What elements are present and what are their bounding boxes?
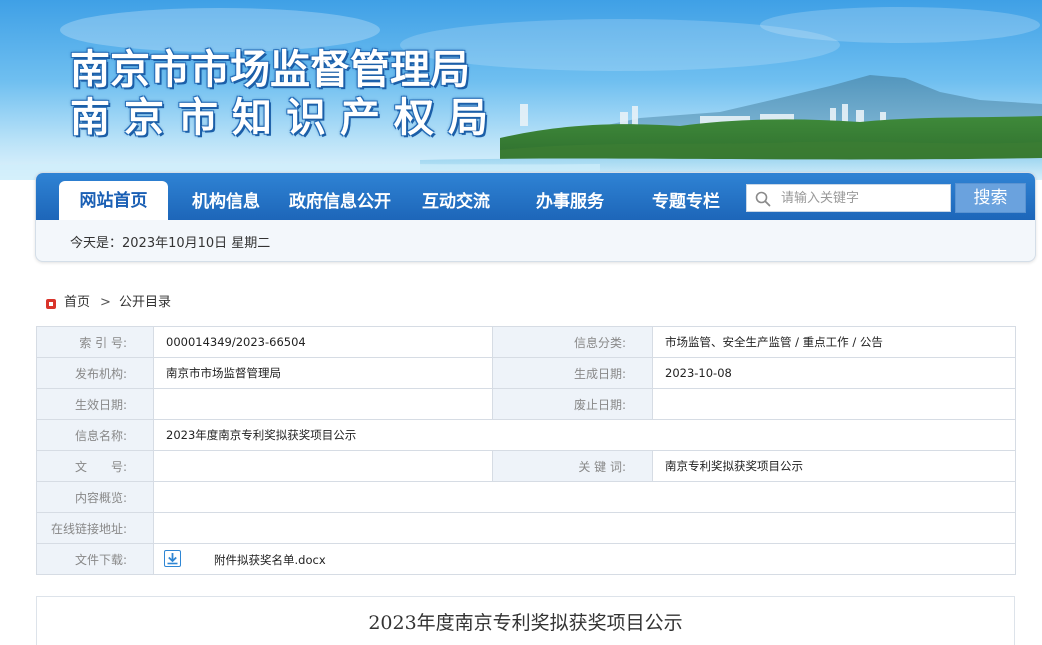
- breadcrumb-current[interactable]: 公开目录: [119, 295, 171, 311]
- breadcrumb-separator: >: [100, 295, 111, 310]
- search-button[interactable]: 搜索: [955, 183, 1026, 213]
- nav-item-services[interactable]: 办事服务: [536, 190, 604, 220]
- summary-label: 内容概览:: [36, 481, 154, 513]
- home-icon: [46, 299, 56, 309]
- effective-date-label: 生效日期:: [36, 388, 154, 420]
- nav-item-interaction[interactable]: 互动交流: [422, 190, 490, 220]
- abolished-date-label: 废止日期:: [492, 388, 653, 420]
- article-title: 2023年度南京专利奖拟获奖项目公示: [368, 612, 683, 634]
- navigation-panel: 网站首页 机构信息 政府信息公开 互动交流 办事服务 专题专栏 搜索 今天是：2…: [35, 172, 1036, 262]
- page-root: 南京市市场监督管理局 南京市知识产权局 网站首页 机构信息 政府信息公开 互动交…: [0, 0, 1042, 645]
- attachment-download-link[interactable]: 附件拟获奖名单.docx: [214, 552, 326, 568]
- info-name-value: 2023年度南京专利奖拟获奖项目公示: [153, 419, 1016, 451]
- file-download-label: 文件下载:: [36, 543, 154, 575]
- doc-number-value: [153, 450, 493, 482]
- nav-item-gov-disclosure[interactable]: 政府信息公开: [289, 190, 391, 220]
- table-row: 内容概览:: [36, 481, 1016, 513]
- table-row: 索 引 号: 000014349/2023-66504 信息分类: 市场监管、安…: [36, 326, 1016, 358]
- nav-item-org-info[interactable]: 机构信息: [192, 190, 260, 220]
- publisher-label: 发布机构:: [36, 357, 154, 389]
- created-date-value: 2023-10-08: [652, 357, 1016, 389]
- index-value: 000014349/2023-66504: [153, 326, 493, 358]
- table-row: 文 号: 关 键 词: 南京专利奖拟获奖项目公示: [36, 450, 1016, 482]
- nav-item-topics[interactable]: 专题专栏: [652, 190, 720, 220]
- site-title-line2: 南京市知识产权局: [70, 94, 502, 141]
- file-download-wrap: 附件拟获奖名单.docx: [155, 545, 1015, 574]
- table-row: 发布机构: 南京市市场监督管理局 生成日期: 2023-10-08: [36, 357, 1016, 389]
- table-row: 在线链接地址:: [36, 512, 1016, 544]
- current-date: 今天是：2023年10月10日 星期二: [70, 236, 271, 251]
- created-date-label: 生成日期:: [492, 357, 653, 389]
- keywords-label: 关 键 词:: [492, 450, 653, 482]
- breadcrumb-home-link[interactable]: 首页: [64, 295, 90, 311]
- online-link-value: [153, 512, 1016, 544]
- category-label: 信息分类:: [492, 326, 653, 358]
- info-name-label: 信息名称:: [36, 419, 154, 451]
- main-nav: 网站首页 机构信息 政府信息公开 互动交流 办事服务 专题专栏 搜索: [36, 173, 1035, 220]
- online-link-label: 在线链接地址:: [36, 512, 154, 544]
- search-box: [746, 184, 951, 212]
- publisher-value: 南京市市场监督管理局: [153, 357, 493, 389]
- article-container: 2023年度南京专利奖拟获奖项目公示: [36, 596, 1015, 645]
- summary-value: [153, 481, 1016, 513]
- table-row: 信息名称: 2023年度南京专利奖拟获奖项目公示: [36, 419, 1016, 451]
- table-row: 文件下载: 附件拟获奖名单.docx: [36, 543, 1016, 575]
- site-title-line1: 南京市市场监督管理局: [70, 46, 470, 93]
- table-row: 生效日期: 废止日期:: [36, 388, 1016, 420]
- file-download-cell: 附件拟获奖名单.docx: [153, 543, 1016, 575]
- effective-date-value: [153, 388, 493, 420]
- doc-number-label: 文 号:: [36, 450, 154, 482]
- header-banner: 南京市市场监督管理局 南京市知识产权局: [0, 0, 1042, 180]
- search-input[interactable]: [781, 188, 946, 208]
- search-icon: [755, 191, 771, 207]
- download-icon[interactable]: [164, 550, 181, 567]
- category-value: 市场监管、安全生产监管 / 重点工作 / 公告: [652, 326, 1016, 358]
- nav-item-home[interactable]: 网站首页: [59, 181, 168, 220]
- info-metadata-table: 索 引 号: 000014349/2023-66504 信息分类: 市场监管、安…: [36, 326, 1016, 575]
- keywords-value: 南京专利奖拟获奖项目公示: [652, 450, 1016, 482]
- abolished-date-value: [652, 388, 1016, 420]
- index-label: 索 引 号:: [36, 326, 154, 358]
